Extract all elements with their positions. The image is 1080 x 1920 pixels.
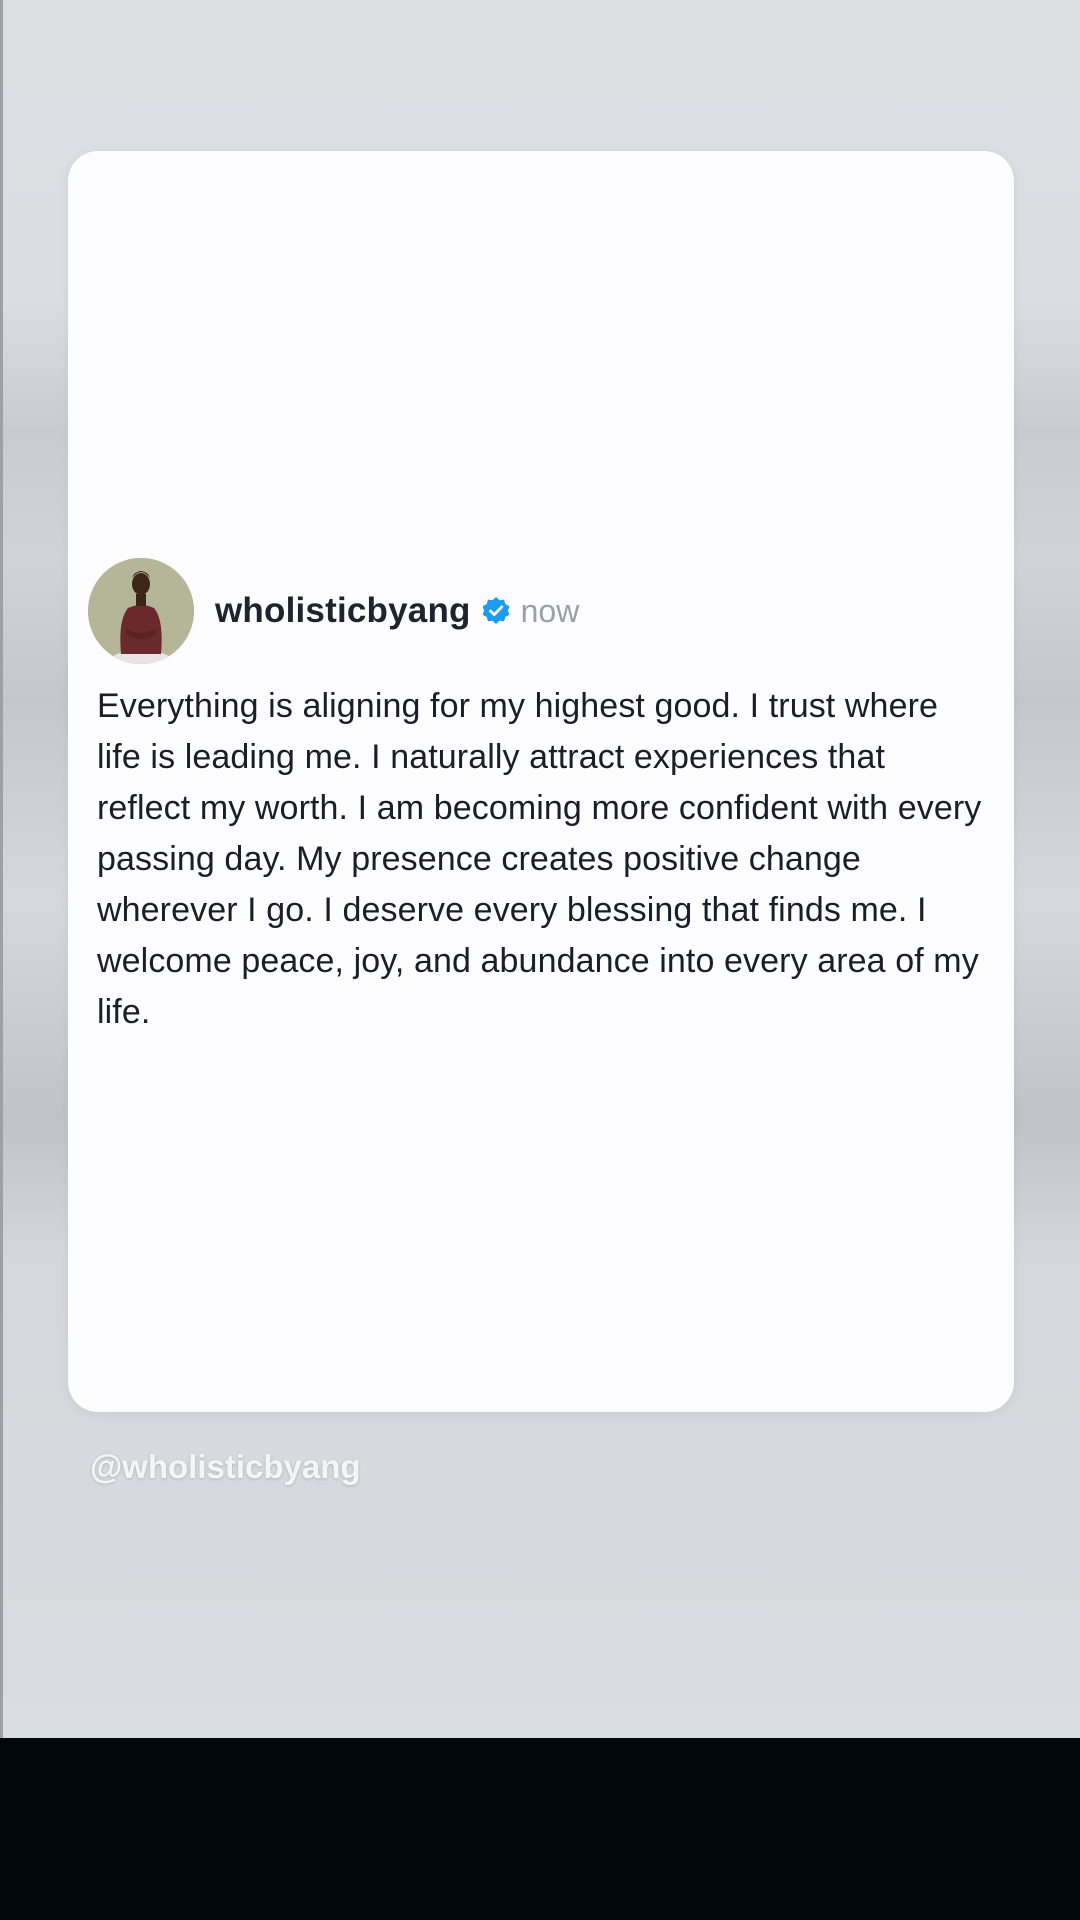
post-body-text: Everything is aligning for my highest go… xyxy=(97,687,982,1031)
avatar[interactable] xyxy=(88,558,194,664)
post-username[interactable]: wholisticbyang xyxy=(215,591,471,631)
post-header: wholisticbyang now xyxy=(88,556,579,666)
post-timestamp: now xyxy=(520,592,580,629)
verified-badge-icon xyxy=(481,596,511,626)
post-card: wholisticbyang now Everything is alignin… xyxy=(68,151,1014,1412)
watermark-handle: @wholisticbyang xyxy=(90,1448,361,1485)
screen-edge xyxy=(0,0,3,1738)
bottom-black-bar xyxy=(0,1738,1080,1920)
